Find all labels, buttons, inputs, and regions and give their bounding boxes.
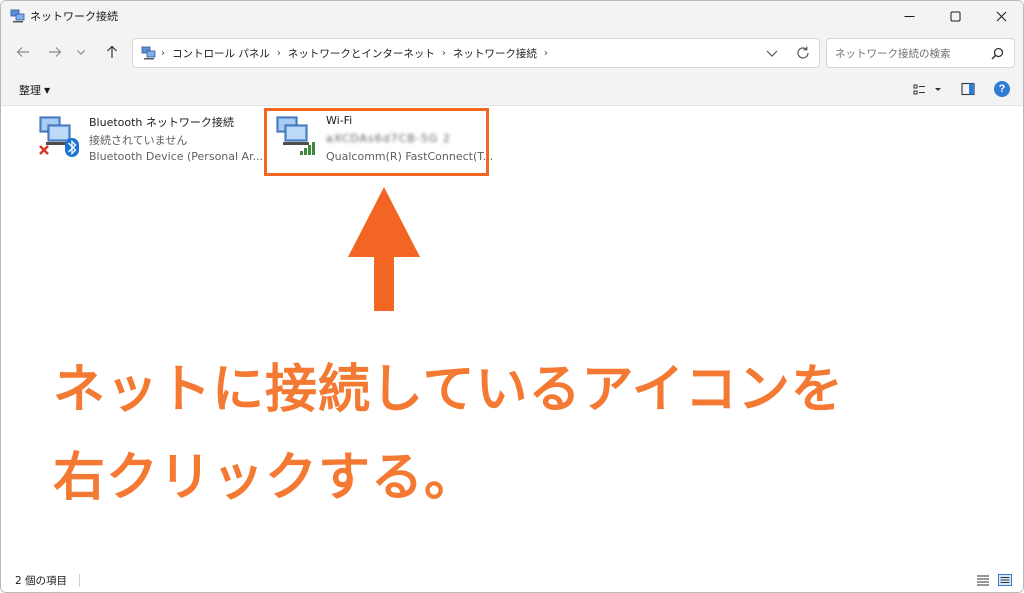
status-bar: 2 個の項目	[1, 569, 1023, 592]
title-bar: ネットワーク接続	[1, 1, 1023, 31]
breadcrumb-network-connections[interactable]: ネットワーク接続	[453, 46, 537, 61]
chevron-down-icon	[77, 50, 85, 55]
control-panel-icon	[141, 46, 156, 60]
network-disconnected-bluetooth-icon	[39, 116, 79, 157]
breadcrumb-control-panel[interactable]: コントロール パネル	[172, 46, 270, 61]
details-view-icon[interactable]	[976, 574, 990, 586]
view-options-icon[interactable]	[913, 82, 943, 98]
close-button[interactable]	[978, 1, 1023, 31]
chevron-down-icon[interactable]	[765, 46, 779, 60]
address-row: › コントロール パネル › ネットワークとインターネット › ネットワーク接続…	[1, 31, 1023, 73]
connection-status: 接続されていません	[89, 134, 188, 147]
command-bar: 整理 ▼ ?	[1, 73, 1023, 106]
highlight-box	[264, 108, 489, 176]
arrow-up-icon	[348, 187, 420, 311]
close-icon	[996, 11, 1006, 21]
organize-menu-button[interactable]: 整理 ▼	[19, 82, 50, 98]
minimize-button[interactable]	[886, 1, 932, 31]
breadcrumb-network-internet[interactable]: ネットワークとインターネット	[288, 46, 435, 61]
question-icon: ?	[998, 83, 1006, 95]
search-placeholder: ネットワーク接続の検索	[835, 48, 951, 60]
annotation-line-2: 右クリックする。	[53, 448, 478, 508]
up-button[interactable]	[101, 41, 123, 63]
maximize-icon	[950, 11, 960, 21]
help-button[interactable]: ?	[994, 81, 1010, 97]
refresh-icon[interactable]	[795, 45, 811, 61]
forward-button[interactable]	[44, 41, 66, 63]
recent-locations-button[interactable]	[72, 41, 90, 63]
chevron-right-icon: ›	[161, 48, 165, 59]
arrow-left-icon	[16, 47, 29, 57]
explorer-window: ネットワーク接続 › コントロール パネル › ネットワークとインターネット ›…	[0, 0, 1024, 593]
back-button[interactable]	[12, 41, 34, 63]
preview-pane-icon[interactable]	[961, 82, 975, 96]
connection-device: Bluetooth Device (Personal Ar...	[89, 150, 264, 163]
address-bar[interactable]: › コントロール パネル › ネットワークとインターネット › ネットワーク接続…	[132, 38, 820, 68]
network-connections-icon	[10, 9, 25, 23]
maximize-button[interactable]	[932, 1, 978, 31]
breadcrumb: › コントロール パネル › ネットワークとインターネット › ネットワーク接続…	[161, 46, 555, 61]
chevron-right-icon[interactable]: ›	[442, 48, 446, 59]
tiles-view-icon[interactable]	[998, 574, 1012, 586]
search-icon	[991, 47, 1004, 60]
status-divider	[79, 574, 80, 587]
window-title: ネットワーク接続	[30, 10, 118, 23]
caret-down-icon: ▼	[44, 86, 51, 95]
chevron-right-icon[interactable]: ›	[277, 48, 281, 59]
annotation-line-1: ネットに接続しているアイコンを	[53, 360, 844, 420]
search-input[interactable]: ネットワーク接続の検索	[826, 38, 1015, 68]
minimize-icon	[904, 15, 914, 17]
item-count: 2 個の項目	[15, 575, 68, 587]
chevron-right-icon[interactable]: ›	[544, 48, 548, 59]
connection-item-bluetooth[interactable]: Bluetooth ネットワーク接続 接続されていません Bluetooth D…	[37, 113, 263, 165]
organize-label: 整理	[19, 84, 41, 97]
connection-name: Bluetooth ネットワーク接続	[89, 116, 234, 129]
arrow-right-icon	[49, 47, 62, 57]
arrow-up-icon	[107, 45, 117, 58]
